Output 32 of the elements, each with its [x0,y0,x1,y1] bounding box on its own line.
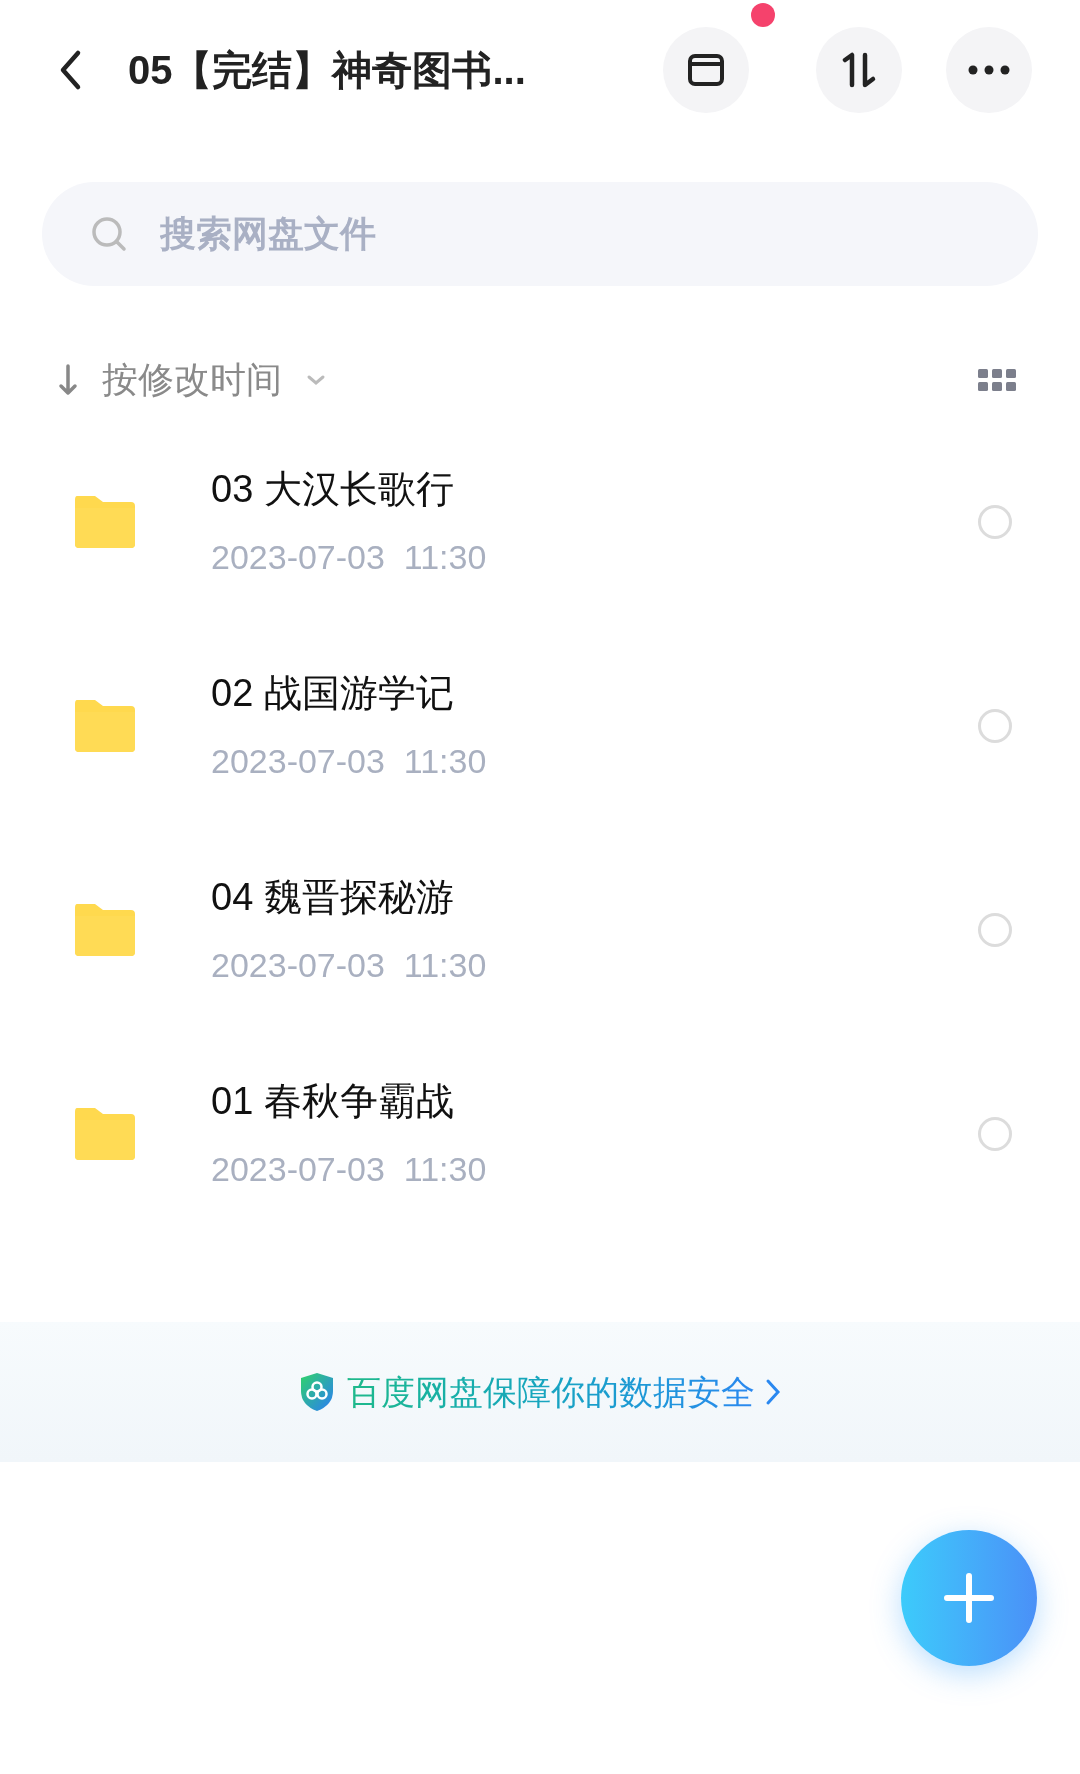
modified-date: 2023-07-03 11:30 [211,537,487,578]
back-icon [58,49,82,91]
chevron-down-icon [306,374,326,386]
select-checkbox[interactable] [978,505,1012,539]
down-arrow-icon [58,363,78,397]
folder-icon [73,1106,137,1162]
modified-date: 2023-07-03 11:30 [211,1149,487,1190]
grid-view-button[interactable] [978,369,1016,391]
folder-icon [73,902,137,958]
folder-icon [73,698,137,754]
folder-row[interactable]: 02 战国游学记 2023-07-03 11:30 [0,624,1080,828]
modified-date: 2023-07-03 11:30 [211,741,487,782]
grid-icon [978,369,1016,391]
folder-icon [73,494,137,550]
folder-row[interactable]: 01 春秋争霸战 2023-07-03 11:30 [0,1032,1080,1236]
box-icon [687,53,725,87]
select-checkbox[interactable] [978,913,1012,947]
chevron-right-icon [765,1377,781,1407]
more-icon [968,65,1010,75]
shield-icon [299,1371,335,1413]
folder-row[interactable]: 03 大汉长歌行 2023-07-03 11:30 [0,420,1080,624]
folder-name: 04 魏晋探秘游 [211,875,455,920]
search-icon [90,215,128,253]
plus-icon [943,1572,995,1624]
folder-name: 01 春秋争霸战 [211,1079,455,1124]
select-checkbox[interactable] [978,709,1012,743]
folder-name: 03 大汉长歌行 [211,467,455,512]
select-checkbox[interactable] [978,1117,1012,1151]
folder-title: 05【完结】神奇图书... [128,47,527,94]
folder-name: 02 战国游学记 [211,671,455,716]
modified-date: 2023-07-03 11:30 [211,945,487,986]
folder-row[interactable]: 04 魏晋探秘游 2023-07-03 11:30 [0,828,1080,1032]
